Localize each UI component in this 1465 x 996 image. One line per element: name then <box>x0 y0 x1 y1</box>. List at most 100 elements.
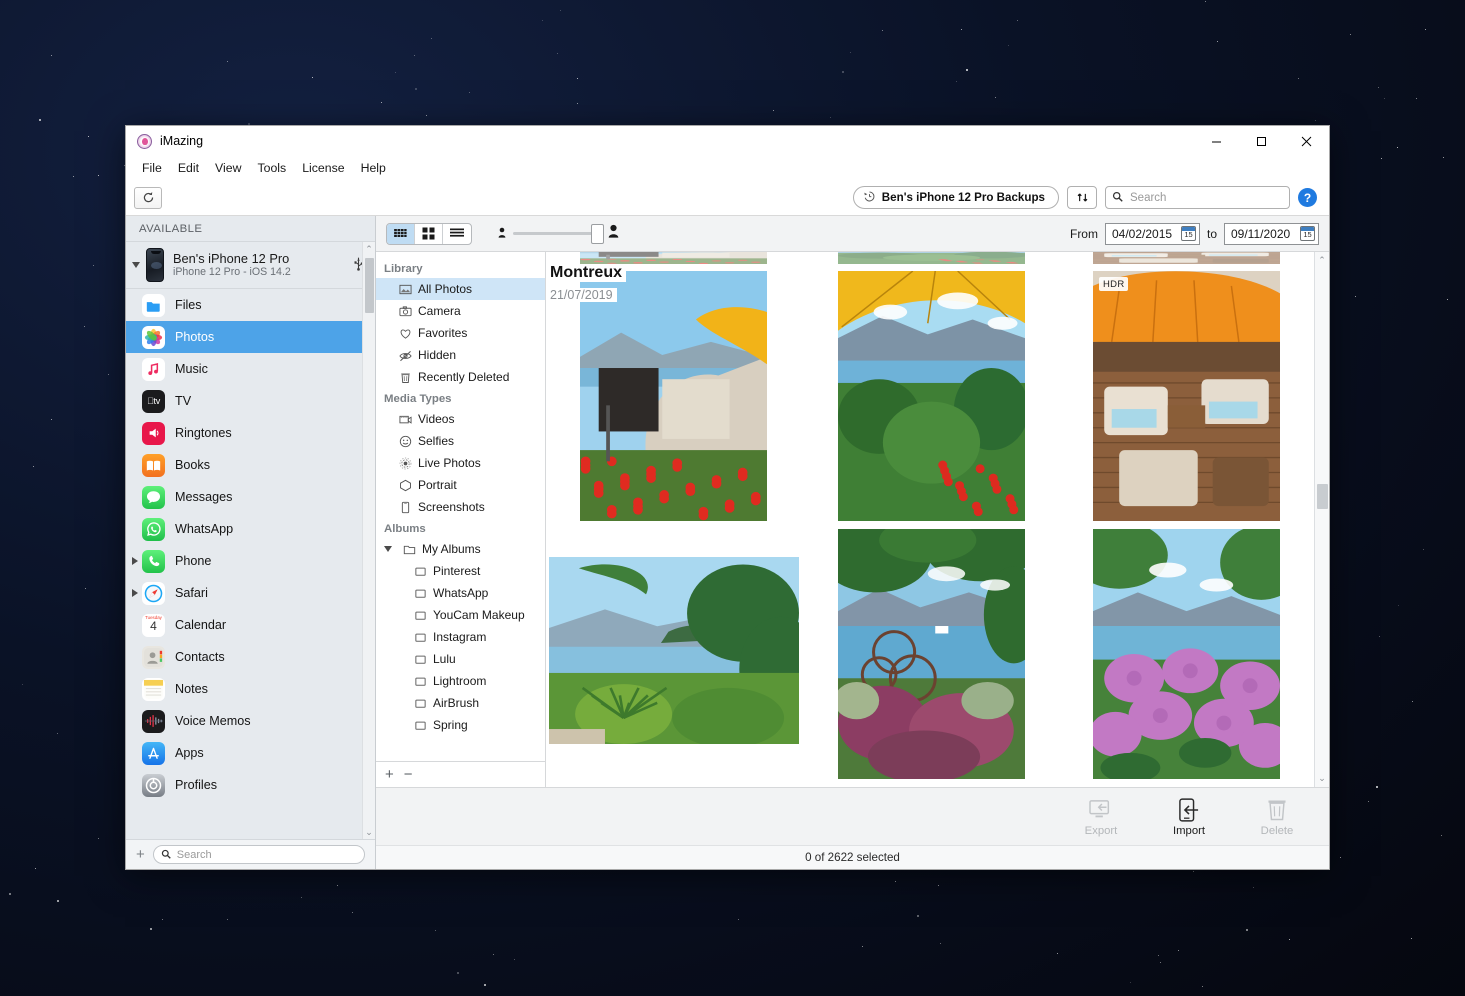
star <box>88 136 89 137</box>
sidebar-item-phone[interactable]: Phone <box>126 545 375 577</box>
library-item-my-albums[interactable]: My Albums <box>376 538 545 560</box>
slider-thumb[interactable] <box>591 224 604 244</box>
menu-item-tools[interactable]: Tools <box>249 158 294 178</box>
library-item-youcam-makeup[interactable]: YouCam Makeup <box>376 604 545 626</box>
expand-arrow-icon[interactable] <box>132 557 138 565</box>
menu-item-file[interactable]: File <box>134 158 170 178</box>
photo-thumbnail-partial[interactable] <box>580 252 767 264</box>
library-item-live-photos[interactable]: Live Photos <box>376 452 545 474</box>
library-item-hidden[interactable]: Hidden <box>376 344 545 366</box>
search-icon <box>1112 189 1123 207</box>
export-label: Export <box>1085 825 1118 837</box>
library-item-portrait[interactable]: Portrait <box>376 474 545 496</box>
library-item-screenshots[interactable]: Screenshots <box>376 496 545 518</box>
menu-item-license[interactable]: License <box>294 158 352 178</box>
library-item-favorites[interactable]: Favorites <box>376 322 545 344</box>
photo-grid[interactable]: Montreux 21/07/2019 HDR <box>546 252 1314 787</box>
photo-terrace-orange-awnings[interactable]: HDR <box>1093 271 1280 521</box>
remove-album-button[interactable]: − <box>404 766 413 783</box>
sidebar-item-ringtones[interactable]: Ringtones <box>126 417 375 449</box>
photo-lake-villa-flowers[interactable] <box>580 271 767 521</box>
sidebar-item-apps[interactable]: Apps <box>126 737 375 769</box>
list-view-button[interactable] <box>443 224 471 244</box>
photo-thumbnail-partial[interactable] <box>838 252 1025 264</box>
sidebar-scrollbar-thumb[interactable] <box>365 258 374 313</box>
sidebar-item-contacts[interactable]: Contacts <box>126 641 375 673</box>
grid-large-view-button[interactable] <box>415 224 443 244</box>
library-item-whatsapp[interactable]: WhatsApp <box>376 582 545 604</box>
sidebar-item-photos[interactable]: Photos <box>126 321 375 353</box>
menu-item-edit[interactable]: Edit <box>170 158 207 178</box>
sidebar-item-voice-memos[interactable]: Voice Memos <box>126 705 375 737</box>
refresh-button[interactable] <box>134 187 162 209</box>
scroll-up-icon[interactable]: ⌃ <box>365 242 373 256</box>
sidebar-search-field[interactable] <box>153 845 365 864</box>
library-item-spring[interactable]: Spring <box>376 714 545 736</box>
scroll-up-icon[interactable]: ⌃ <box>1318 255 1326 266</box>
library-item-selfies[interactable]: Selfies <box>376 430 545 452</box>
sidebar-item-profiles[interactable]: Profiles <box>126 769 375 801</box>
add-button[interactable]: + <box>136 846 145 863</box>
help-button[interactable]: ? <box>1298 188 1317 207</box>
photo-pink-hydrangeas-lake[interactable] <box>1093 529 1280 779</box>
photo-yellow-parasol-lake[interactable] <box>838 271 1025 521</box>
grid-scrollbar-thumb[interactable] <box>1317 484 1328 509</box>
star <box>1205 1 1206 2</box>
star <box>484 984 486 986</box>
maximize-button[interactable] <box>1239 126 1284 156</box>
photos-toolbar: From 04/02/2015 15 to 09/11/2020 15 <box>376 216 1329 252</box>
grid-dense-view-button[interactable] <box>387 224 415 244</box>
photo-palm-lakeshore[interactable] <box>549 557 799 744</box>
calendar-picker-icon[interactable]: 15 <box>1300 226 1315 241</box>
photo-thumbnail-partial[interactable] <box>1093 252 1280 264</box>
search-input[interactable] <box>1128 191 1283 205</box>
sidebar-item-calendar[interactable]: Tuesday4Calendar <box>126 609 375 641</box>
library-item-camera[interactable]: Camera <box>376 300 545 322</box>
library-item-airbrush[interactable]: AirBrush <box>376 692 545 714</box>
library-item-lulu[interactable]: Lulu <box>376 648 545 670</box>
date-to-field[interactable]: 09/11/2020 15 <box>1224 223 1319 245</box>
sidebar-item-notes[interactable]: Notes <box>126 673 375 705</box>
device-header[interactable]: Ben's iPhone 12 Pro iPhone 12 Pro - iOS … <box>126 242 375 289</box>
sidebar-item-books[interactable]: Books <box>126 449 375 481</box>
search-field[interactable] <box>1105 186 1290 209</box>
scroll-down-icon[interactable]: ⌄ <box>365 825 373 839</box>
calendar-picker-icon[interactable]: 15 <box>1181 226 1196 241</box>
menu-item-view[interactable]: View <box>207 158 249 178</box>
expand-arrow-icon[interactable] <box>132 589 138 597</box>
close-button[interactable] <box>1284 126 1329 156</box>
library-item-recently-deleted[interactable]: Recently Deleted <box>376 366 545 388</box>
minimize-button[interactable] <box>1194 126 1239 156</box>
sidebar-item-whatsapp[interactable]: WhatsApp <box>126 513 375 545</box>
thumbnail-size-slider[interactable] <box>498 224 619 243</box>
sidebar-search-input[interactable] <box>175 848 357 862</box>
sidebar-item-messages[interactable]: Messages <box>126 481 375 513</box>
import-button[interactable]: Import <box>1159 797 1219 837</box>
scroll-down-icon[interactable]: ⌄ <box>1318 773 1326 784</box>
chevron-down-icon[interactable] <box>132 262 140 268</box>
library-item-lightroom[interactable]: Lightroom <box>376 670 545 692</box>
export-button: Export <box>1071 797 1131 837</box>
backups-button[interactable]: Ben's iPhone 12 Pro Backups <box>853 186 1059 209</box>
star <box>514 959 515 960</box>
sidebar-scrollbar[interactable]: ⌃ ⌄ <box>362 242 375 839</box>
library-item-label: Camera <box>418 304 461 318</box>
library-item-pinterest[interactable]: Pinterest <box>376 560 545 582</box>
sidebar-item-files[interactable]: Files <box>126 289 375 321</box>
sidebar-item-safari[interactable]: Safari <box>126 577 375 609</box>
chevron-down-icon[interactable] <box>384 546 392 552</box>
menu-item-help[interactable]: Help <box>353 158 394 178</box>
sort-button[interactable] <box>1067 186 1097 209</box>
photo-garden-lake-boat[interactable] <box>838 529 1025 779</box>
library-item-instagram[interactable]: Instagram <box>376 626 545 648</box>
grid-scrollbar[interactable]: ⌃ ⌄ <box>1314 252 1329 787</box>
library-item-videos[interactable]: Videos <box>376 408 545 430</box>
library-item-all-photos[interactable]: All Photos <box>376 278 545 300</box>
sidebar-item-music[interactable]: Music <box>126 353 375 385</box>
star <box>738 919 739 920</box>
sidebar-item-tv[interactable]: tvTV <box>126 385 375 417</box>
date-from-field[interactable]: 04/02/2015 15 <box>1105 223 1200 245</box>
add-album-button[interactable]: + <box>385 766 394 783</box>
slider-track[interactable] <box>513 232 601 235</box>
star <box>85 588 86 589</box>
